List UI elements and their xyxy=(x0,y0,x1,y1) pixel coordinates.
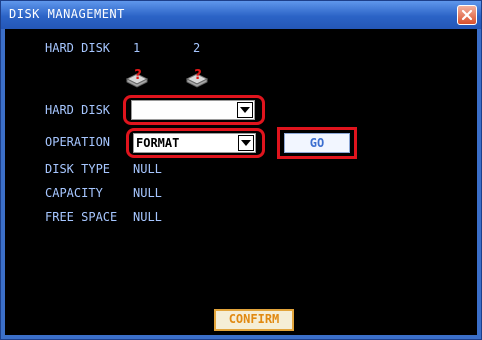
free-space-label: FREE SPACE xyxy=(45,210,118,224)
operation-select-value: FORMAT xyxy=(136,136,180,150)
hard-disk-select[interactable] xyxy=(131,100,255,120)
title-bar: DISK MANAGEMENT xyxy=(1,1,481,29)
operation-dropdown-arrow[interactable] xyxy=(238,135,254,151)
free-space-value: NULL xyxy=(133,210,162,224)
content-panel: HARD DISK 1 2 ? ? HARD DISK OPERATION FO… xyxy=(5,29,477,335)
disk-type-value: NULL xyxy=(133,162,162,176)
disk-2-unknown-icon[interactable]: ? xyxy=(185,67,209,89)
disk-management-window: DISK MANAGEMENT HARD DISK 1 2 ? ? HARD D… xyxy=(0,0,482,340)
go-button[interactable]: GO xyxy=(284,133,350,153)
capacity-value: NULL xyxy=(133,186,162,200)
hard-disk-label: HARD DISK xyxy=(45,103,111,117)
operation-select[interactable]: FORMAT xyxy=(133,133,256,153)
close-icon xyxy=(461,9,473,21)
hard-disk-list-label: HARD DISK xyxy=(45,41,111,55)
confirm-button[interactable]: CONFIRM xyxy=(214,309,294,331)
close-button[interactable] xyxy=(457,5,477,25)
capacity-label: CAPACITY xyxy=(45,186,103,200)
disk-1-number: 1 xyxy=(133,41,141,55)
disk-type-label: DISK TYPE xyxy=(45,162,111,176)
chevron-down-icon xyxy=(241,140,251,146)
disk-2-number: 2 xyxy=(193,41,201,55)
operation-label: OPERATION xyxy=(45,135,111,149)
svg-text:?: ? xyxy=(194,68,202,83)
hard-disk-dropdown-arrow[interactable] xyxy=(237,102,253,118)
window-title: DISK MANAGEMENT xyxy=(9,7,125,21)
svg-text:?: ? xyxy=(134,68,142,83)
disk-1-unknown-icon[interactable]: ? xyxy=(125,67,149,89)
chevron-down-icon xyxy=(240,107,250,113)
